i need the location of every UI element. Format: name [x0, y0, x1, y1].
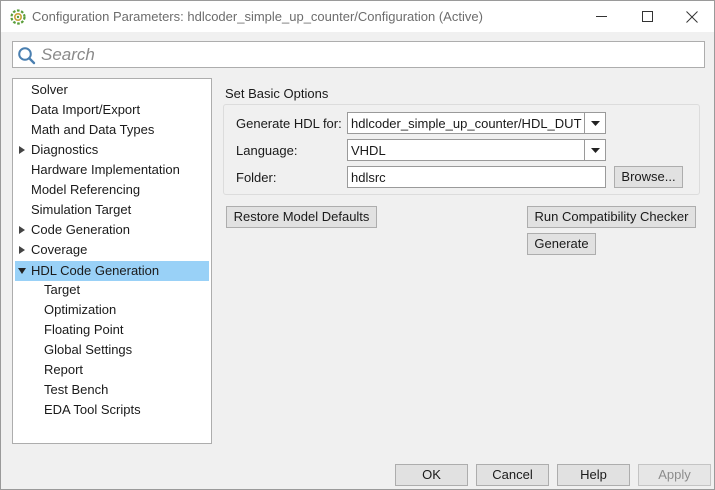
triangle-right-icon: [19, 146, 25, 154]
tree-item-diagnostics[interactable]: Diagnostics: [31, 140, 98, 160]
title-bar: Configuration Parameters: hdlcoder_simpl…: [1, 1, 714, 32]
tree-item-eda-tool-scripts[interactable]: EDA Tool Scripts: [44, 400, 141, 420]
tree-item-solver[interactable]: Solver: [31, 80, 68, 100]
language-value: VHDL: [351, 143, 386, 158]
tree-item-code-generation[interactable]: Code Generation: [31, 220, 130, 240]
matlab-gear-icon: [10, 9, 26, 25]
minimize-button[interactable]: [578, 1, 624, 32]
tree-item-hdl-code-generation: HDL Code Generation: [31, 263, 160, 278]
tree-item-hardware-implementation[interactable]: Hardware Implementation: [31, 160, 180, 180]
chevron-down-icon: [590, 147, 600, 153]
maximize-icon: [641, 11, 653, 22]
dropdown-button[interactable]: [584, 140, 605, 160]
tree-item-hdl-code-generation-row[interactable]: HDL Code Generation: [15, 261, 209, 281]
group-title-basic-options: Set Basic Options: [225, 86, 329, 101]
language-dropdown[interactable]: VHDL: [347, 139, 606, 161]
tree-item-global-settings[interactable]: Global Settings: [44, 340, 132, 360]
language-label: Language:: [236, 143, 298, 158]
expand-code-generation-icon[interactable]: [17, 220, 27, 240]
help-button[interactable]: Help: [557, 464, 630, 486]
apply-button[interactable]: Apply: [638, 464, 711, 486]
window-title: Configuration Parameters: hdlcoder_simpl…: [32, 9, 483, 24]
folder-input[interactable]: [351, 169, 591, 185]
generate-button[interactable]: Generate: [527, 233, 596, 255]
folder-field[interactable]: [347, 166, 606, 188]
expand-diagnostics-icon[interactable]: [17, 140, 27, 160]
close-icon: [686, 10, 698, 23]
dropdown-button[interactable]: [584, 113, 605, 133]
search-icon: [18, 47, 36, 65]
chevron-down-icon: [590, 120, 600, 126]
triangle-right-icon: [19, 226, 25, 234]
triangle-down-icon: [18, 268, 26, 274]
triangle-right-icon: [19, 246, 25, 254]
restore-model-defaults-button[interactable]: Restore Model Defaults: [226, 206, 377, 228]
minimize-icon: [595, 16, 607, 17]
run-compatibility-checker-button[interactable]: Run Compatibility Checker: [527, 206, 696, 228]
tree-item-simulation-target[interactable]: Simulation Target: [31, 200, 131, 220]
ok-button[interactable]: OK: [395, 464, 468, 486]
browse-button[interactable]: Browse...: [614, 166, 683, 188]
tree-item-floating-point[interactable]: Floating Point: [44, 320, 124, 340]
tree-item-optimization[interactable]: Optimization: [44, 300, 116, 320]
generate-hdl-for-label: Generate HDL for:: [236, 116, 342, 131]
tree-item-data-import-export[interactable]: Data Import/Export: [31, 100, 140, 120]
collapse-hdl-code-generation-icon[interactable]: [17, 261, 27, 281]
tree-item-target[interactable]: Target: [44, 280, 80, 300]
tree-item-coverage[interactable]: Coverage: [31, 240, 87, 260]
tree-item-math-and-data-types[interactable]: Math and Data Types: [31, 120, 154, 140]
tree-item-model-referencing[interactable]: Model Referencing: [31, 180, 140, 200]
search-input[interactable]: [41, 44, 691, 65]
category-tree: Solver Data Import/Export Math and Data …: [12, 78, 212, 444]
expand-coverage-icon[interactable]: [17, 240, 27, 260]
close-button[interactable]: [669, 1, 715, 32]
search-box[interactable]: [12, 41, 705, 68]
generate-hdl-for-value: hdlcoder_simple_up_counter/HDL_DUT: [351, 116, 582, 131]
generate-hdl-for-dropdown[interactable]: hdlcoder_simple_up_counter/HDL_DUT: [347, 112, 606, 134]
folder-label: Folder:: [236, 170, 277, 185]
config-parameters-window: Configuration Parameters: hdlcoder_simpl…: [0, 0, 715, 490]
tree-item-report[interactable]: Report: [44, 360, 83, 380]
cancel-button[interactable]: Cancel: [476, 464, 549, 486]
tree-item-test-bench[interactable]: Test Bench: [44, 380, 108, 400]
maximize-button[interactable]: [624, 1, 670, 32]
